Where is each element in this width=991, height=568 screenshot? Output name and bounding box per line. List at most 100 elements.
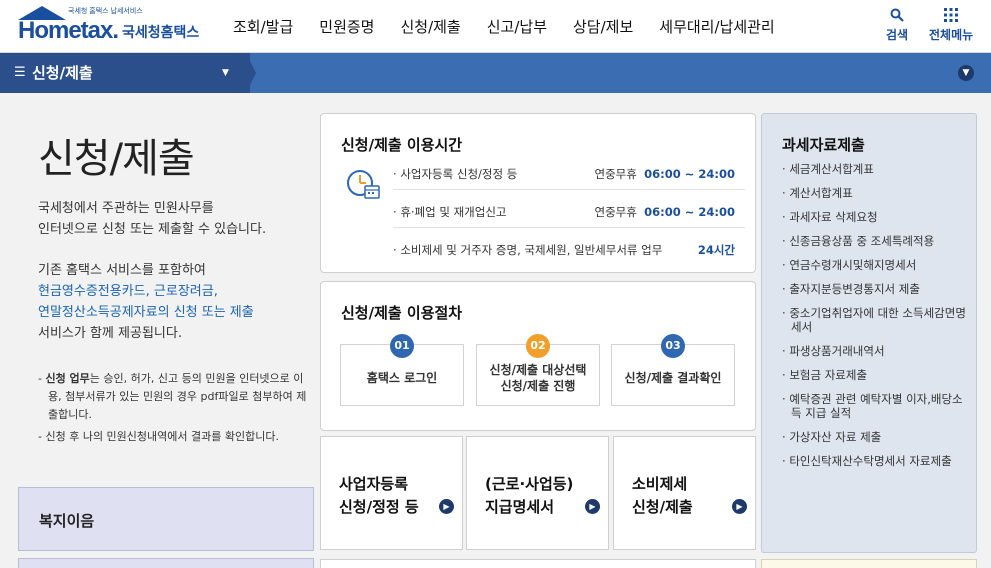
hours-row-label: · 휴·폐업 및 재개업신고: [393, 205, 507, 219]
intro-paragraph-1: 국세청에서 주관하는 민원사무를 인터넷으로 신청 또는 제출할 수 있습니다.: [38, 198, 308, 240]
panel-link-text: 예탁증권 관련 예탁자별 이자,배당소득 지급 실적: [789, 392, 963, 420]
panel-link-text: 타인신탁재산수탁명세서 자료제출: [789, 454, 952, 468]
nav-item-apply-submit[interactable]: 신청/제출: [387, 16, 473, 37]
tile-business-registration[interactable]: 사업자등록 신청/정정 등 ▶: [320, 436, 463, 550]
logo-tagline: 국세청 홈택스 납세서비스: [68, 8, 143, 15]
hometax-logo[interactable]: 국세청 홈택스 납세서비스 Hometax. 국세청홈택스: [18, 6, 208, 46]
panel-link[interactable]: · 보험금 자료제출: [782, 368, 972, 382]
location-dropdown[interactable]: ☰ 신청/제출 ▼: [0, 53, 250, 93]
chevron-down-icon[interactable]: ▼: [958, 65, 974, 81]
panel-link-text: 파생상품거래내역서: [789, 344, 885, 358]
panel-link-text: 중소기업취업자에 대한 소득세감면명세서: [789, 306, 966, 334]
panel-link[interactable]: · 파생상품거래내역서: [782, 344, 972, 358]
panel-link-text: 가상자산 자료 제출: [789, 430, 882, 444]
all-menu-button[interactable]: 전체메뉴: [929, 8, 973, 43]
tile-label: 사업자등록 신청/정정 등: [339, 473, 419, 519]
hours-row: · 소비제세 및 거주자 증명, 국제세원, 일반세무서류 업무 24시간: [393, 230, 745, 266]
tax-data-submission-panel: 과세자료제출 · 세금계산서합계표 · 계산서합계표 · 과세자료 삭제요청 ·…: [761, 113, 977, 553]
search-label: 검색: [886, 28, 909, 42]
grid-menu-icon: [944, 8, 959, 26]
panel-link[interactable]: · 예탁증권 관련 예탁자별 이자,배당소득 지급 실적: [782, 392, 972, 420]
side-box-secondary[interactable]: [18, 558, 314, 568]
panel-link-text: 세금계산서합계표: [789, 162, 874, 176]
location-bar: ☰ 신청/제출 ▼ ▼: [0, 53, 991, 93]
bottom-card: [320, 559, 756, 568]
hours-row-label: · 소비제세 및 거주자 증명, 국제세원, 일반세무서류 업무: [393, 243, 663, 257]
intro-line: 국세청에서 주관하는 민원사무를: [38, 201, 214, 216]
panel-link[interactable]: · 연금수령개시및해지명세서: [782, 258, 972, 272]
hours-time: 06:00 ~ 24:00: [644, 167, 735, 181]
panel-link-text: 신종금융상품 중 조세특례적용: [789, 234, 935, 248]
hours-prefix: 연중무휴: [594, 167, 637, 181]
tile-line: 소비제세: [632, 475, 688, 493]
hours-row-value: 24시간: [698, 242, 735, 258]
step-number-badge: 02: [526, 334, 550, 358]
panel-link[interactable]: · 가상자산 자료 제출: [782, 430, 972, 444]
note-bold: 신청 업무: [45, 372, 90, 385]
procedure-step-select: 02 신청/제출 대상선택 신청/제출 진행: [476, 334, 600, 406]
hours-prefix: 연중무휴: [594, 205, 637, 219]
nav-item-inquiry[interactable]: 조회/발급: [220, 16, 306, 37]
intro-line: 서비스가 함께 제공됩니다.: [38, 326, 182, 341]
location-current-label: 신청/제출: [32, 64, 93, 82]
hours-row: · 휴·폐업 및 재개업신고 연중무휴 06:00 ~ 24:00: [393, 192, 745, 228]
note-apply-business: - 신청 업무는 승인, 허가, 신고 등의 민원을 인터넷으로 이용, 첨부서…: [38, 372, 307, 421]
nav-item-consult[interactable]: 상담/제보: [560, 16, 646, 37]
tile-consumption-tax[interactable]: 소비제세 신청/제출 ▶: [613, 436, 756, 550]
hours-time: 06:00 ~ 24:00: [644, 205, 735, 219]
intro-line: 인터넷으로 신청 또는 제출할 수 있습니다.: [38, 222, 267, 237]
nav-item-report-pay[interactable]: 신고/납부: [474, 16, 560, 37]
panel-link-text: 연금수령개시및해지명세서: [789, 258, 917, 272]
tile-line: (근로·사업등): [485, 475, 574, 493]
search-button[interactable]: 검색: [886, 8, 908, 43]
panel-title: 과세자료제출: [782, 136, 865, 154]
procedure-step-login: 01 홈택스 로그인: [340, 334, 464, 406]
panel-link[interactable]: · 중소기업취업자에 대한 소득세감면명세서: [782, 306, 972, 334]
note-check-result: - 신청 후 나의 민원신청내역에서 결과를 확인합니다.: [38, 430, 279, 443]
welfare-link-box[interactable]: 복지이음: [18, 487, 314, 551]
hours-row-value: 연중무휴 06:00 ~ 24:00: [595, 204, 736, 220]
hours-card: 신청/제출 이용시간 · 사업자등록 신청/정정 등 연중무휴 06:00 ~ …: [320, 113, 756, 273]
nav-item-tax-agent[interactable]: 세무대리/납세관리: [646, 16, 787, 37]
hours-time: 24시간: [697, 243, 735, 257]
panel-link-text: 보험금 자료제출: [789, 368, 868, 382]
hours-row-text: 소비제세 및 거주자 증명, 국제세원, 일반세무서류 업무: [400, 243, 663, 257]
panel-link-list: · 세금계산서합계표 · 계산서합계표 · 과세자료 삭제요청 · 신종금융상품…: [782, 162, 972, 478]
main-nav: 조회/발급 민원증명 신청/제출 신고/납부 상담/제보 세무대리/납세관리: [220, 0, 788, 53]
procedure-card: 신청/제출 이용절차 01 홈택스 로그인 02 신청/제출 대상선택 신청/제출…: [320, 281, 756, 431]
chevron-right-icon: ▶: [585, 499, 600, 514]
page-title: 신청/제출: [38, 136, 195, 182]
tile-line: 사업자등록: [339, 475, 409, 493]
procedure-step-result: 03 신청/제출 결과확인: [611, 334, 735, 406]
nav-item-certificates[interactable]: 민원증명: [306, 16, 387, 37]
step-label: 신청/제출 진행: [500, 379, 576, 393]
panel-link[interactable]: · 신종금융상품 중 조세특례적용: [782, 234, 972, 248]
intro-line: 기존 홈택스 서비스를 포함하여: [38, 263, 206, 278]
tile-label: 소비제세신청/제출: [632, 473, 693, 519]
tile-payment-statement[interactable]: (근로·사업등) 지급명세서 ▶: [466, 436, 609, 550]
panel-link[interactable]: · 타인신탁재산수탁명세서 자료제출: [782, 454, 972, 468]
panel-link-text: 계산서합계표: [789, 186, 853, 200]
panel-link[interactable]: · 과세자료 삭제요청: [782, 210, 972, 224]
breadcrumb-arrow: [246, 53, 256, 93]
panel-link[interactable]: · 세금계산서합계표: [782, 162, 972, 176]
note-text: 신청 후 나의 민원신청내역에서 결과를 확인합니다.: [45, 430, 279, 443]
panel-link-text: 과세자료 삭제요청: [789, 210, 878, 224]
logo-wordmark: Hometax.: [18, 17, 119, 44]
chevron-right-icon: ▶: [439, 499, 454, 514]
header: 국세청 홈택스 납세서비스 Hometax. 국세청홈택스 조회/발급 민원증명…: [0, 0, 991, 53]
hours-row-text: 사업자등록 신청/정정 등: [400, 167, 518, 181]
intro-paragraph-2: 기존 홈택스 서비스를 포함하여 현금영수증전용카드, 근로장려금, 연말정산소…: [38, 260, 308, 344]
logo-korean-name: 국세청홈택스: [122, 25, 200, 41]
panel-link[interactable]: · 출자지분등변경통지서 제출: [782, 282, 972, 296]
step-label-block: 신청/제출 대상선택 신청/제출 진행: [490, 362, 587, 394]
panel-link[interactable]: · 계산서합계표: [782, 186, 972, 200]
step-number-badge: 03: [661, 334, 685, 358]
hours-title: 신청/제출 이용시간: [341, 136, 463, 154]
caret-down-icon: ▼: [222, 68, 229, 78]
hamburger-icon: ☰: [14, 65, 26, 80]
hours-row-text: 휴·폐업 및 재개업신고: [400, 205, 507, 219]
intro-highlight-line: 현금영수증전용카드, 근로장려금,: [38, 284, 218, 299]
clock-calendar-icon: [345, 166, 381, 202]
tile-line: 신청/제출: [632, 498, 693, 516]
